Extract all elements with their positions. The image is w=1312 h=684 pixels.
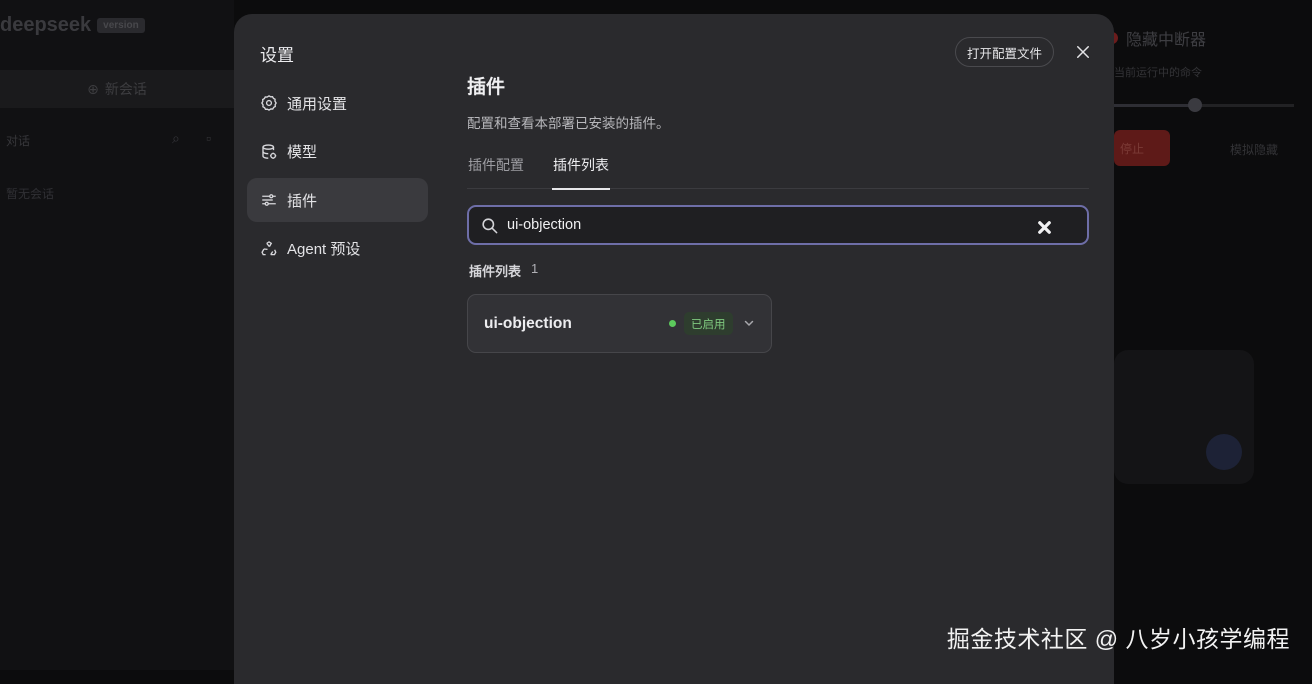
clear-icon — [1035, 218, 1054, 237]
background-red-button: 停止 — [1114, 130, 1170, 166]
background-slider-knob — [1188, 98, 1202, 112]
plugin-list-label: 插件列表 — [469, 261, 521, 280]
sliders-icon — [260, 191, 278, 209]
nav-item-agent-preset[interactable]: Agent 预设 — [247, 227, 428, 271]
background-slider-fill — [1114, 104, 1194, 107]
plugin-list-count: 1 — [531, 261, 538, 280]
plugin-search-input[interactable] — [507, 217, 1087, 233]
gear-icon — [260, 94, 278, 112]
nav-item-label: 通用设置 — [287, 93, 347, 114]
close-button[interactable] — [1072, 41, 1094, 63]
tab-plugin-config[interactable]: 插件配置 — [467, 154, 525, 189]
background-new-chat-button: ⊕ 新会话 — [0, 70, 234, 108]
nav-item-label: Agent 预设 — [287, 238, 360, 259]
plugins-panel: 插件 配置和查看本部署已安装的插件。 插件配置 插件列表 插件列表 1 ui-o… — [467, 72, 1089, 353]
status-badge: 已启用 — [684, 312, 733, 335]
plugin-tabs: 插件配置 插件列表 — [467, 154, 1089, 189]
nav-item-label: 插件 — [287, 190, 317, 211]
background-logo: deepseek version — [0, 14, 145, 37]
database-icon — [260, 143, 278, 161]
modal-title: 设置 — [260, 41, 294, 66]
background-right-title-text: 隐藏中断器 — [1126, 26, 1206, 50]
background-right-title: 隐藏中断器 — [1106, 26, 1206, 50]
panel-title: 插件 — [467, 72, 1089, 99]
close-icon — [1076, 45, 1090, 59]
background-logo-text: deepseek — [0, 14, 91, 36]
background-search-icon: ⌕ — [172, 130, 180, 147]
recycle-icon — [260, 240, 278, 258]
panel-description: 配置和查看本部署已安装的插件。 — [467, 112, 1089, 132]
settings-modal: 设置 通用设置 模型 插件 Agent 预设 打开配置文件 插件 配置和查看本部… — [234, 14, 1114, 684]
search-icon — [480, 216, 499, 235]
background-right-subtitle: 当前运行中的命令 — [1114, 64, 1202, 80]
background-new-chat-label: 新会话 — [105, 79, 147, 99]
plugin-search-box — [467, 205, 1089, 245]
background-empty-hint: 暂无会话 — [0, 185, 54, 202]
plugin-card[interactable]: ui-objection 已启用 — [467, 294, 772, 353]
status-dot — [669, 320, 676, 327]
plugin-name: ui-objection — [484, 315, 572, 333]
background-plus-icon: ⊕ — [87, 81, 99, 98]
open-config-button[interactable]: 打开配置文件 — [955, 37, 1054, 67]
nav-item-plugins[interactable]: 插件 — [247, 178, 428, 222]
chevron-down-icon[interactable] — [742, 316, 756, 330]
tab-plugin-list[interactable]: 插件列表 — [552, 154, 610, 189]
background-circle-button — [1206, 434, 1242, 470]
nav-item-model[interactable]: 模型 — [247, 130, 428, 174]
background-slider — [1114, 104, 1294, 107]
background-search-label: 对话 — [6, 134, 30, 148]
background-version-badge: version — [97, 18, 145, 33]
watermark: 掘金技术社区 @ 八岁小孩学编程 — [947, 620, 1290, 654]
settings-nav: 通用设置 模型 插件 Agent 预设 — [247, 81, 428, 275]
clear-search-button[interactable] — [1035, 218, 1049, 232]
background-search: 对话 ⌕ ▫ — [0, 132, 234, 149]
plugin-list-header: 插件列表 1 — [467, 261, 1089, 280]
background-sidebar: deepseek version ⊕ 新会话 对话 ⌕ ▫ 暂无会话 — [0, 0, 234, 670]
background-right-link: 模拟隐藏 — [1230, 141, 1278, 158]
nav-item-general[interactable]: 通用设置 — [247, 81, 428, 125]
background-edit-icon: ▫ — [206, 130, 211, 146]
nav-item-label: 模型 — [287, 141, 317, 162]
